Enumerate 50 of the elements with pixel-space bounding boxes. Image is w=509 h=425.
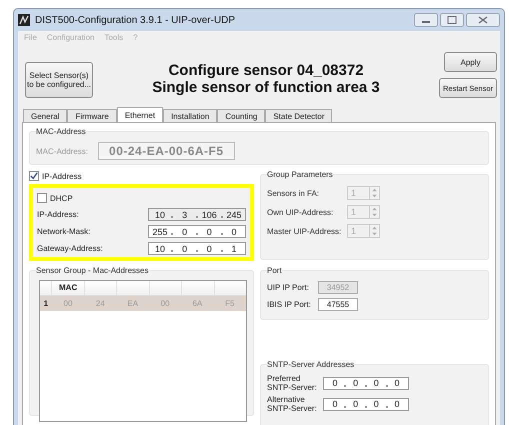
- group-title: Sensor Group - Mac-Addresses: [36, 266, 148, 275]
- column-header: MAC: [51, 281, 84, 295]
- field-label: UIP IP Port:: [267, 283, 310, 292]
- tab[interactable]: Counting: [217, 109, 266, 122]
- table-cell-text: 6A: [192, 299, 204, 308]
- heading: Single sensor of function area 3: [151, 79, 381, 96]
- tab[interactable]: State Detector: [265, 109, 332, 122]
- apply-button[interactable]: Apply: [444, 52, 497, 72]
- checkbox-label: IP-Address: [42, 172, 82, 180]
- table-cell-text: 24: [94, 299, 106, 308]
- field-label: Preferred SNTP-Server:: [267, 374, 317, 392]
- group-title: MAC-Address: [36, 127, 86, 136]
- ip-address-field[interactable]: 0 0 0 0: [323, 398, 409, 410]
- ip-address-field[interactable]: 255 0 0 0: [148, 225, 246, 238]
- field-label: IP-Address:: [37, 210, 79, 219]
- field-label: Alternative SNTP-Server:: [267, 395, 317, 413]
- group-title: Group Parameters: [267, 170, 333, 179]
- maximize-icon[interactable]: [440, 13, 464, 27]
- tab[interactable]: Installation: [163, 109, 218, 122]
- port-field[interactable]: 47555: [318, 298, 358, 311]
- field-label: Master UIP-Address:: [267, 226, 342, 236]
- heading: Configure sensor 04_08372: [167, 62, 365, 79]
- tab[interactable]: General: [23, 109, 68, 122]
- field-label: IBIS IP Port:: [267, 300, 312, 309]
- tab[interactable]: Ethernet: [116, 107, 164, 122]
- field-label: Sensors in FA:: [267, 188, 320, 198]
- field-label: Own UIP-Address:: [267, 208, 334, 216]
- table-row[interactable]: 1 00 24 EA 00 6A F5: [40, 296, 246, 311]
- table-cell-text: F5: [224, 299, 236, 308]
- group-title: SNTP-Server Addresses: [267, 360, 354, 369]
- ip-address-field[interactable]: 0 0 0 0: [323, 376, 409, 390]
- table-cell-text: 00: [160, 299, 171, 308]
- group-title: Port: [267, 266, 282, 275]
- field-label: MAC-Address:: [36, 146, 88, 156]
- table-cell-text: 00: [62, 299, 74, 308]
- minimize-icon[interactable]: [414, 13, 438, 27]
- table-cell-text: EA: [126, 299, 140, 308]
- close-icon[interactable]: [466, 13, 500, 27]
- checkbox[interactable]: [29, 171, 39, 181]
- app-icon: [18, 14, 30, 26]
- ip-address-field[interactable]: 10 0 0 1: [148, 242, 246, 255]
- field-label: Network-Mask:: [37, 227, 90, 236]
- row-number: 1: [42, 299, 50, 308]
- window-title: DIST500-Configuration 3.9.1 - UIP-over-UDP: [35, 14, 236, 26]
- field-label: Gateway-Address:: [37, 244, 103, 253]
- mac-address-field: 00-24-EA-00-6A-F5: [98, 142, 235, 160]
- tab[interactable]: Firmware: [67, 109, 117, 122]
- select-sensor-button[interactable]: Select Sensor(s) to be configured...: [25, 62, 93, 98]
- checkbox[interactable]: [37, 193, 47, 203]
- checkbox-label: DHCP: [50, 194, 73, 202]
